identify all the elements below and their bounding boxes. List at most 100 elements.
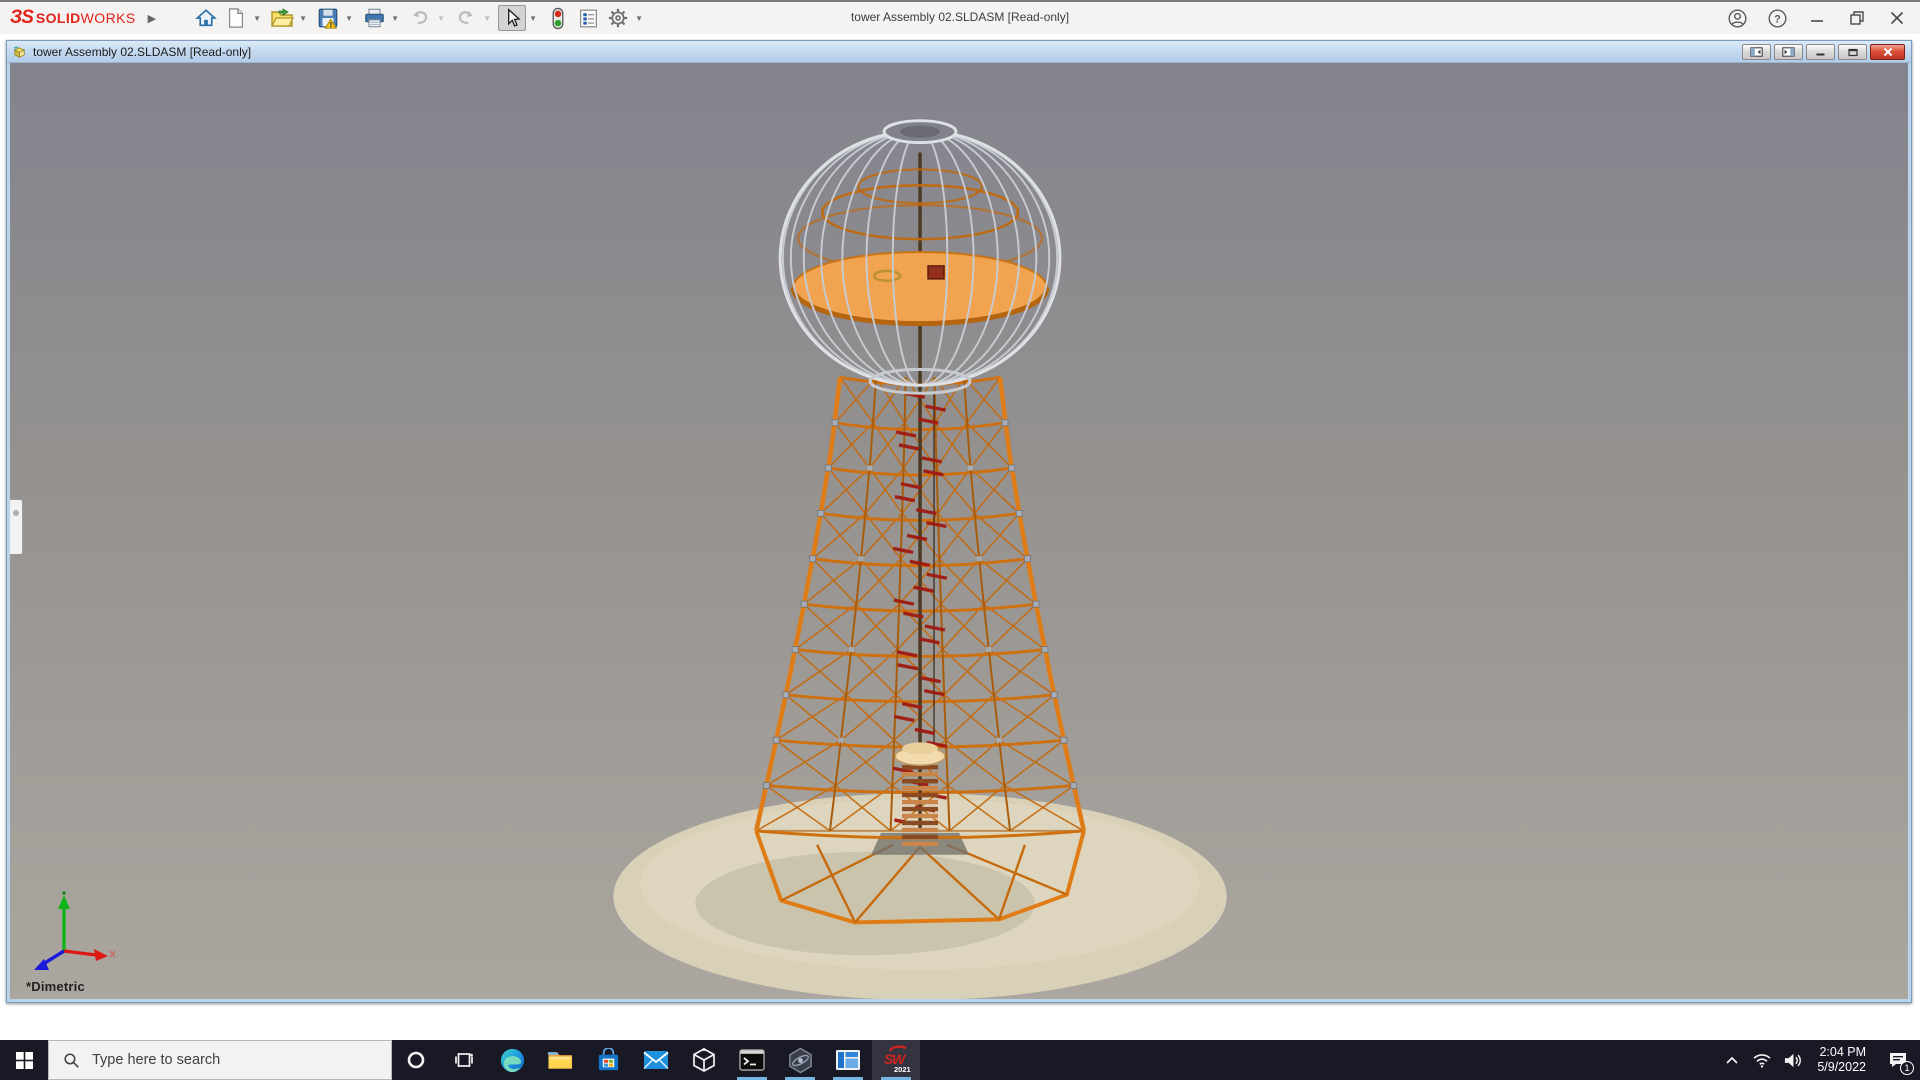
new-document-button[interactable] bbox=[222, 5, 250, 31]
command-prompt-icon bbox=[739, 1049, 765, 1071]
minimize-button[interactable] bbox=[1800, 5, 1834, 31]
select-cursor-icon bbox=[502, 7, 522, 29]
taskbar-app-mail[interactable] bbox=[632, 1040, 680, 1080]
document-minimize-icon bbox=[1815, 47, 1827, 57]
print-button[interactable] bbox=[360, 5, 388, 31]
system-tray: 2:04 PM 5/9/2022 1 bbox=[1717, 1040, 1920, 1080]
svg-text:2021: 2021 bbox=[894, 1065, 911, 1074]
new-document-icon bbox=[226, 7, 246, 29]
quick-access-toolbar: ▼ ▼ ▼ ▼ ▼ ▼ ▼ ▼ bbox=[192, 5, 648, 31]
show-left-pane-button[interactable] bbox=[1742, 44, 1771, 60]
options-dropdown-caret[interactable]: ▼ bbox=[634, 14, 644, 23]
taskbar-app-store[interactable] bbox=[584, 1040, 632, 1080]
chevron-up-icon bbox=[1725, 1055, 1739, 1065]
help-button[interactable]: ? bbox=[1760, 5, 1794, 31]
options-gear-icon bbox=[607, 7, 629, 29]
save-button[interactable] bbox=[314, 5, 342, 31]
volume-button[interactable] bbox=[1777, 1040, 1807, 1080]
select-button[interactable] bbox=[498, 5, 526, 31]
document-restore-button[interactable] bbox=[1838, 44, 1867, 60]
redo-button[interactable] bbox=[452, 5, 480, 31]
remote-desktop-icon bbox=[835, 1049, 861, 1071]
save-dropdown-caret[interactable]: ▼ bbox=[344, 14, 354, 23]
undo-icon bbox=[409, 7, 431, 29]
taskbar-app-file-explorer[interactable] bbox=[536, 1040, 584, 1080]
taskbar-app-edge[interactable] bbox=[488, 1040, 536, 1080]
solidworks-logo-light: WORKS bbox=[81, 10, 136, 26]
right-pane-icon bbox=[1782, 47, 1795, 57]
restore-icon bbox=[1849, 10, 1865, 26]
undo-button[interactable] bbox=[406, 5, 434, 31]
cortana-button[interactable] bbox=[392, 1040, 440, 1080]
help-icon: ? bbox=[1767, 8, 1788, 29]
select-dropdown-caret[interactable]: ▼ bbox=[528, 14, 538, 23]
document-title: tower Assembly 02.SLDASM [Read-only] bbox=[33, 45, 251, 59]
tray-date: 5/9/2022 bbox=[1817, 1060, 1866, 1075]
document-titlebar[interactable]: tower Assembly 02.SLDASM [Read-only] bbox=[7, 41, 1911, 63]
search-placeholder-text: Type here to search bbox=[92, 1052, 220, 1068]
account-button[interactable] bbox=[1720, 5, 1754, 31]
document-window-buttons bbox=[1742, 44, 1907, 60]
print-icon bbox=[363, 7, 386, 29]
file-properties-icon bbox=[578, 8, 599, 29]
taskbar-search-input[interactable]: Type here to search bbox=[48, 1040, 392, 1080]
open-button[interactable] bbox=[268, 5, 296, 31]
start-button[interactable] bbox=[0, 1040, 48, 1080]
account-icon bbox=[1727, 8, 1748, 29]
document-close-icon bbox=[1882, 47, 1894, 57]
solidworks-logo-bold: SOLID bbox=[36, 10, 81, 26]
open-icon bbox=[270, 7, 294, 29]
taskbar-app-command-prompt[interactable] bbox=[728, 1040, 776, 1080]
action-center-button[interactable]: 1 bbox=[1876, 1040, 1920, 1080]
save-icon bbox=[317, 7, 339, 29]
taskbar-app-remote-desktop[interactable] bbox=[824, 1040, 872, 1080]
restore-button[interactable] bbox=[1840, 5, 1874, 31]
hidden-icons-button[interactable] bbox=[1717, 1040, 1747, 1080]
print-dropdown-caret[interactable]: ▼ bbox=[390, 14, 400, 23]
options-button[interactable] bbox=[604, 5, 632, 31]
featuremanager-collapsed-tab[interactable] bbox=[10, 499, 23, 555]
show-right-pane-button[interactable] bbox=[1774, 44, 1803, 60]
home-icon bbox=[195, 7, 217, 29]
solidworks-app-icon: S W 2021 bbox=[881, 1045, 911, 1075]
taskbar-app-3d-viewer[interactable] bbox=[680, 1040, 728, 1080]
cortana-icon bbox=[406, 1050, 426, 1070]
taskbar-clock[interactable]: 2:04 PM 5/9/2022 bbox=[1807, 1040, 1876, 1080]
wifi-icon bbox=[1752, 1052, 1772, 1068]
new-dropdown-caret[interactable]: ▼ bbox=[252, 14, 262, 23]
redo-dropdown-caret[interactable]: ▼ bbox=[482, 14, 492, 23]
3d-viewer-icon bbox=[691, 1047, 717, 1073]
notification-badge: 1 bbox=[1900, 1061, 1914, 1075]
redo-icon bbox=[455, 7, 477, 29]
left-pane-icon bbox=[1750, 47, 1763, 57]
taskbar-app-edrawings[interactable] bbox=[776, 1040, 824, 1080]
view-orientation-label: *Dimetric bbox=[26, 979, 85, 994]
close-button[interactable] bbox=[1880, 5, 1914, 31]
tray-time: 2:04 PM bbox=[1819, 1045, 1866, 1060]
microsoft-store-icon bbox=[596, 1048, 621, 1073]
solidworks-logo-mark: ЗS bbox=[10, 7, 33, 29]
document-close-button[interactable] bbox=[1870, 44, 1905, 60]
task-view-button[interactable] bbox=[440, 1040, 488, 1080]
minimize-icon bbox=[1809, 10, 1825, 26]
collapse-dot-icon bbox=[13, 510, 19, 516]
file-properties-button[interactable] bbox=[574, 5, 602, 31]
graphics-viewport[interactable]: *Dimetric bbox=[10, 63, 1908, 999]
taskbar: Type here to search S W bbox=[0, 1040, 1920, 1080]
task-view-icon bbox=[454, 1051, 474, 1069]
svg-text:?: ? bbox=[1774, 13, 1781, 25]
network-button[interactable] bbox=[1747, 1040, 1777, 1080]
rebuild-button[interactable] bbox=[544, 5, 572, 31]
windows-logo-icon bbox=[16, 1052, 33, 1069]
menu-flyout-arrow-icon[interactable]: ▶ bbox=[148, 12, 156, 25]
assembly-icon bbox=[11, 44, 28, 60]
open-dropdown-caret[interactable]: ▼ bbox=[298, 14, 308, 23]
file-explorer-icon bbox=[547, 1048, 574, 1072]
tower-assembly-model[interactable] bbox=[10, 63, 1908, 999]
document-restore-icon bbox=[1847, 47, 1859, 57]
solidworks-logo: ЗS SOLID WORKS bbox=[10, 7, 136, 29]
taskbar-app-solidworks[interactable]: S W 2021 bbox=[872, 1040, 920, 1080]
home-button[interactable] bbox=[192, 5, 220, 31]
undo-dropdown-caret[interactable]: ▼ bbox=[436, 14, 446, 23]
document-minimize-button[interactable] bbox=[1806, 44, 1835, 60]
